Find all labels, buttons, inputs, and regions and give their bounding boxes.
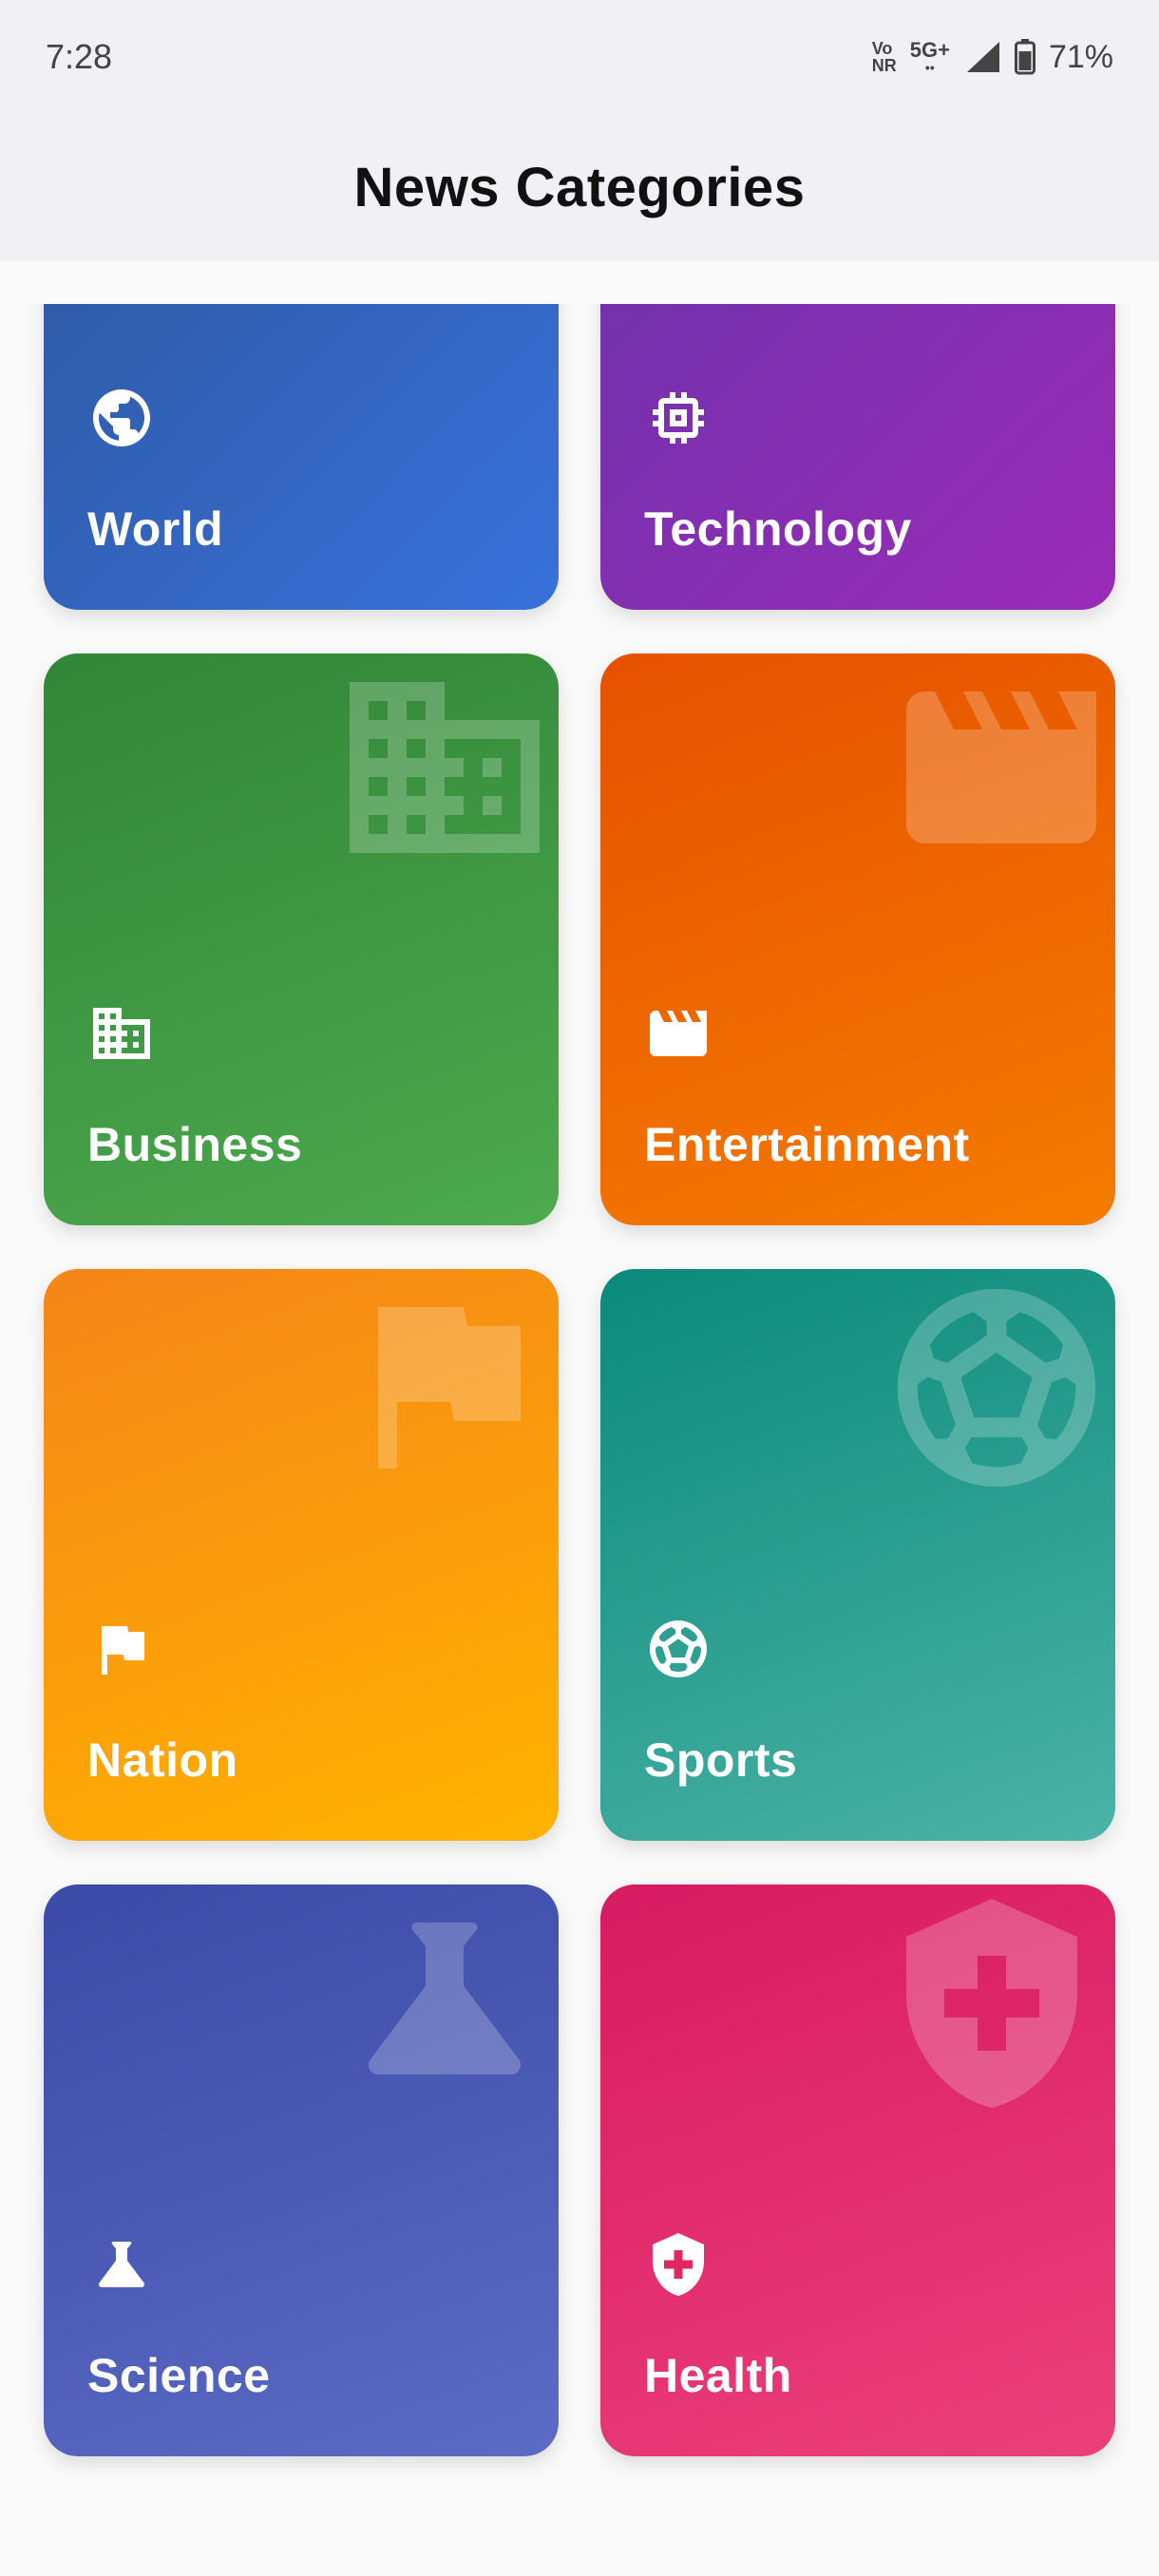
clapperboard-icon — [650, 1011, 707, 1056]
flask-icon — [369, 1923, 521, 2074]
app-bar: News Categories — [0, 114, 1159, 261]
soccer-ball-icon — [650, 1620, 707, 1677]
network-type-indicator: 5G+ •• — [909, 38, 950, 75]
category-grid-scroll[interactable]: World Technology Business Entertainment … — [0, 304, 1159, 2536]
status-time: 7:28 — [46, 37, 113, 76]
category-card-health[interactable]: Health — [600, 1885, 1115, 2456]
health-shield-icon — [653, 2233, 704, 2296]
category-label: Technology — [644, 502, 912, 556]
category-label: Nation — [87, 1733, 238, 1787]
status-indicators: Vo NR 5G+ •• 71% — [872, 39, 1113, 76]
battery-icon — [1014, 39, 1036, 75]
category-label: Health — [644, 2349, 792, 2402]
chip-icon — [653, 392, 704, 444]
flask-icon — [99, 2242, 144, 2287]
flag-icon — [102, 1626, 144, 1675]
category-card-business[interactable]: Business — [44, 653, 559, 1225]
flag-icon — [378, 1307, 521, 1468]
status-bar: 7:28 Vo NR 5G+ •• 71% — [0, 0, 1159, 114]
category-label: World — [87, 502, 224, 556]
category-label: Entertainment — [644, 1118, 970, 1171]
category-card-entertainment[interactable]: Entertainment — [600, 653, 1115, 1225]
category-card-nation[interactable]: Nation — [44, 1269, 559, 1841]
category-card-technology[interactable]: Technology — [600, 304, 1115, 610]
category-card-science[interactable]: Science — [44, 1885, 559, 2456]
building-icon — [350, 682, 540, 853]
health-shield-icon — [906, 1899, 1077, 2108]
clapperboard-icon — [906, 691, 1096, 843]
category-label: Science — [87, 2349, 271, 2402]
soccer-ball-icon — [897, 1288, 1096, 1487]
category-label: Business — [87, 1118, 303, 1171]
volte-indicator: Vo NR — [871, 39, 897, 75]
category-card-sports[interactable]: Sports — [600, 1269, 1115, 1841]
category-card-world[interactable]: World — [44, 304, 559, 610]
battery-level: 71% — [1048, 38, 1113, 75]
building-icon — [93, 1008, 150, 1059]
signal-icon — [966, 42, 999, 72]
category-label: Sports — [644, 1733, 798, 1787]
page-title: News Categories — [353, 157, 806, 218]
globe-icon — [93, 389, 150, 446]
